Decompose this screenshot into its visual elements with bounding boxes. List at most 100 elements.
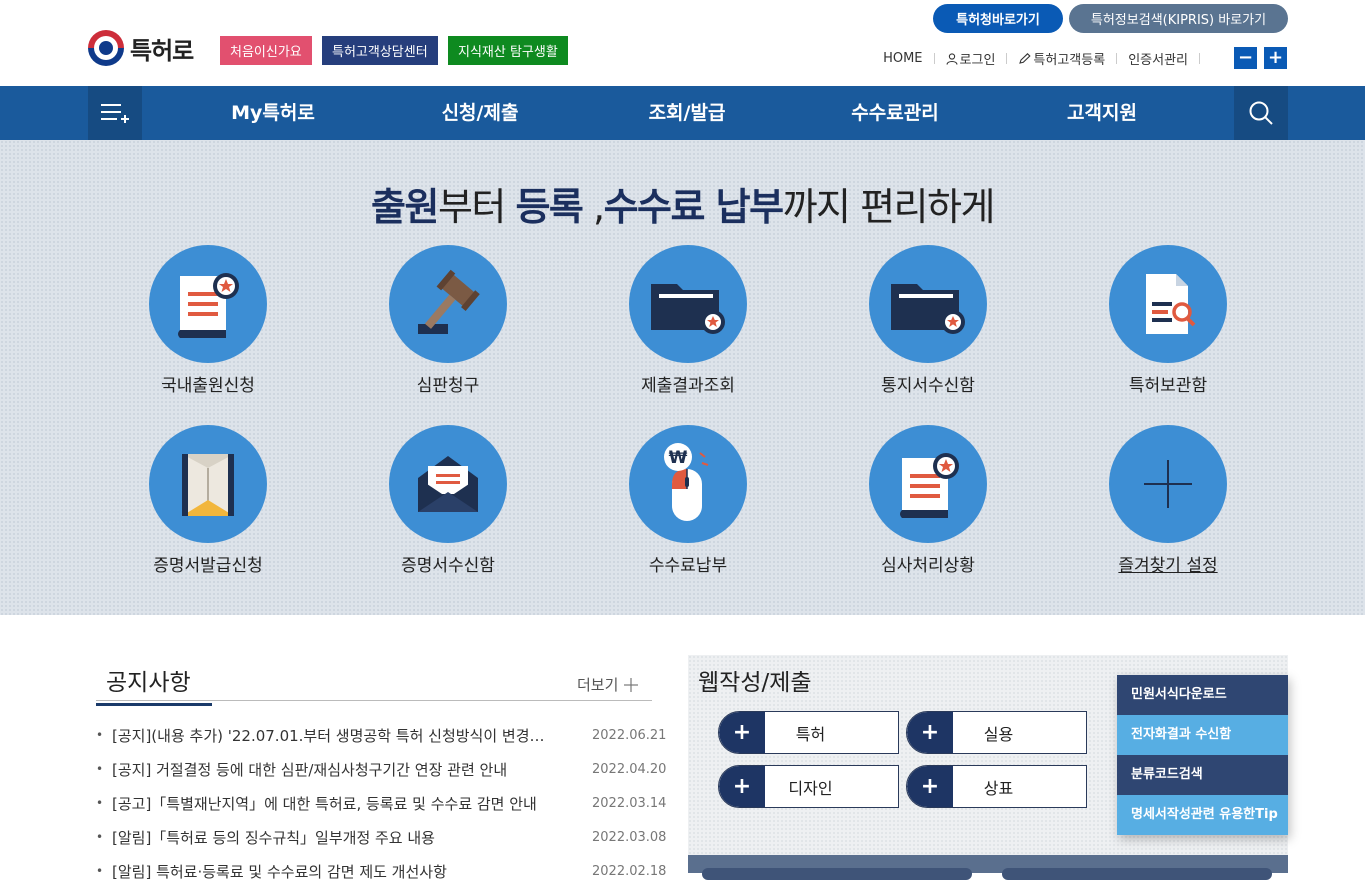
kipo-link-button[interactable]: 특허청바로가기	[933, 4, 1063, 33]
web-submit-title: 웹작성/제출	[698, 670, 812, 696]
service-icon-circle	[389, 425, 507, 543]
divider	[1116, 53, 1118, 64]
service-favorites-setting[interactable]: 즐겨찾기 설정	[1078, 425, 1258, 576]
notice-item-title[interactable]: [공지](내용 추가) '22.07.01.부터 생명공학 특허 신청방식이 변…	[112, 725, 592, 746]
service-examination-status[interactable]: 심사처리상황	[838, 425, 1018, 576]
specification-tips-link[interactable]: 명세서작성관련 유용한Tip	[1117, 795, 1288, 835]
notice-item-date: 2022.02.18	[592, 863, 667, 879]
zoom-out-button[interactable]: −	[1234, 47, 1257, 69]
notice-item-title[interactable]: [알림] 특허료·등록료 및 수수료의 감면 제도 개선사항	[112, 861, 592, 882]
main-nav: My특허로 신청/제출 조회/발급 수수료관리 고객지원	[0, 86, 1365, 140]
web-submit-panel: 웹작성/제출 + 특허 + 실용 + 디자인 + 상표 민원서식다운로드 전자화…	[688, 655, 1288, 855]
login-link[interactable]: 로그인	[945, 49, 996, 68]
service-certificate-issue[interactable]: 증명서발급신청	[118, 425, 298, 576]
divider	[1006, 53, 1008, 64]
service-label: 통지서수신함	[881, 376, 975, 396]
web-trademark-button[interactable]: + 상표	[906, 765, 1087, 808]
bullet-icon: •	[96, 830, 104, 844]
notice-item[interactable]: • [공고]「특별재난지역」에 대한 특허료, 등록료 및 수수료 감면 안내 …	[96, 786, 666, 820]
form-download-link[interactable]: 민원서식다운로드	[1117, 675, 1288, 715]
quick-links: 민원서식다운로드 전자화결과 수신함 분류코드검색 명세서작성관련 유용한Tip	[1117, 675, 1288, 835]
service-submission-result[interactable]: 제출결과조회	[598, 245, 778, 396]
banner-slot[interactable]	[702, 868, 972, 880]
search-button[interactable]	[1234, 86, 1288, 140]
web-design-button[interactable]: + 디자인	[718, 765, 899, 808]
service-trial-request[interactable]: 심판청구	[358, 245, 538, 396]
service-label: 제출결과조회	[641, 376, 735, 396]
plus-icon: +	[719, 712, 765, 753]
service-icon-circle: ₩	[629, 425, 747, 543]
service-notice-inbox[interactable]: 통지서수신함	[838, 245, 1018, 396]
svg-text:₩: ₩	[669, 448, 688, 468]
web-patent-button[interactable]: + 특허	[718, 711, 899, 754]
service-label: 증명서수신함	[401, 556, 495, 576]
more-label: 더보기	[577, 676, 619, 694]
notice-item[interactable]: • [공지] 거절결정 등에 대한 심판/재심사청구기간 연장 관련 안내 20…	[96, 752, 666, 786]
service-patent-storage[interactable]: 특허보관함	[1078, 245, 1258, 396]
hero-title-part: 출원	[371, 185, 439, 229]
zoom-in-button[interactable]: +	[1264, 47, 1287, 69]
hero-title-part: ,	[582, 185, 605, 229]
home-link[interactable]: HOME	[883, 51, 922, 66]
divider	[1199, 53, 1200, 64]
login-label: 로그인	[959, 53, 996, 68]
utility-links: HOME 로그인 특허고객등록 인증서관리	[883, 49, 1211, 68]
notice-item-date: 2022.03.08	[592, 829, 667, 845]
pencil-icon	[1019, 53, 1032, 64]
service-icon-circle	[869, 245, 987, 363]
notice-item[interactable]: • [알림]「특허료 등의 징수규칙」일부개정 주요 내용 2022.03.08	[96, 820, 667, 854]
banner-slot[interactable]	[1002, 868, 1272, 880]
notice-item-title[interactable]: [공고]「특별재난지역」에 대한 특허료, 등록료 및 수수료 감면 안내	[112, 793, 592, 814]
nav-fee-management[interactable]: 수수료관리	[810, 86, 980, 140]
hero-title-part: 까지 편리하게	[782, 185, 996, 229]
service-certificate-inbox[interactable]: 증명서수신함	[358, 425, 538, 576]
notice-list: • [공지](내용 추가) '22.07.01.부터 생명공학 특허 신청방식이…	[96, 718, 667, 888]
notice-item[interactable]: • [알림] 특허료·등록료 및 수수료의 감면 제도 개선사항 2022.02…	[96, 854, 667, 888]
web-button-label: 특허	[795, 724, 826, 744]
notice-item-title[interactable]: [공지] 거절결정 등에 대한 심판/재심사청구기간 연장 관련 안내	[112, 759, 592, 780]
service-label: 심사처리상황	[881, 556, 975, 576]
notice-item-title[interactable]: [알림]「특허료 등의 징수규칙」일부개정 주요 내용	[112, 827, 592, 848]
service-label: 심판청구	[416, 376, 480, 396]
web-utility-button[interactable]: + 실용	[906, 711, 1087, 754]
mail-icon	[418, 456, 478, 512]
document-search-icon	[1146, 274, 1196, 334]
hero-title-part: 등록	[515, 185, 583, 229]
notice-more-link[interactable]: 더보기	[577, 674, 640, 695]
nav-apply-submit[interactable]: 신청/제출	[395, 86, 565, 140]
notice-item[interactable]: • [공지](내용 추가) '22.07.01.부터 생명공학 특허 신청방식이…	[96, 718, 667, 752]
digitized-inbox-link[interactable]: 전자화결과 수신함	[1117, 715, 1288, 755]
service-icon-circle	[149, 425, 267, 543]
first-visit-button[interactable]: 처음이신가요	[220, 36, 312, 65]
customer-center-button[interactable]: 특허고객상담센터	[322, 36, 438, 65]
divider	[96, 700, 652, 701]
notice-item-date: 2022.06.21	[592, 727, 667, 743]
service-label: 특허보관함	[1128, 376, 1208, 396]
menu-plus-icon	[101, 104, 129, 123]
nav-my-patent[interactable]: My특허로	[188, 86, 358, 140]
bullet-icon: •	[96, 762, 104, 776]
envelope-open-icon	[182, 454, 234, 516]
classification-search-link[interactable]: 분류코드검색	[1117, 755, 1288, 795]
header: 특허로 처음이신가요 특허고객상담센터 지식재산 탐구생활 특허청바로가기 특허…	[0, 0, 1365, 86]
kipris-link-button[interactable]: 특허정보검색(KIPRIS) 바로가기	[1069, 4, 1288, 33]
hero-section: 출원부터 등록 ,수수료 납부까지 편리하게 국내출원신청 심판청구 제출결과조…	[0, 140, 1365, 615]
service-label: 즐겨찾기 설정	[1118, 556, 1218, 576]
all-menu-button[interactable]	[88, 86, 142, 140]
service-icon-circle	[869, 425, 987, 543]
service-icon-circle	[149, 245, 267, 363]
service-fee-payment[interactable]: ₩ 수수료납부	[598, 425, 778, 576]
web-button-label: 디자인	[788, 778, 833, 798]
service-domestic-application[interactable]: 국내출원신청	[118, 245, 298, 396]
site-logo[interactable]: 특허로	[88, 30, 194, 66]
plus-icon: +	[907, 766, 953, 807]
nav-inquiry-issue[interactable]: 조회/발급	[602, 86, 772, 140]
logo-text: 특허로	[130, 36, 194, 65]
plus-icon	[624, 677, 639, 692]
nav-customer-support[interactable]: 고객지원	[1017, 86, 1187, 140]
ip-explore-button[interactable]: 지식재산 탐구생활	[448, 36, 568, 65]
plus-icon	[1144, 460, 1192, 508]
certificate-link[interactable]: 인증서관리	[1128, 49, 1188, 68]
bullet-icon: •	[96, 864, 104, 878]
register-link[interactable]: 특허고객등록	[1018, 49, 1105, 68]
